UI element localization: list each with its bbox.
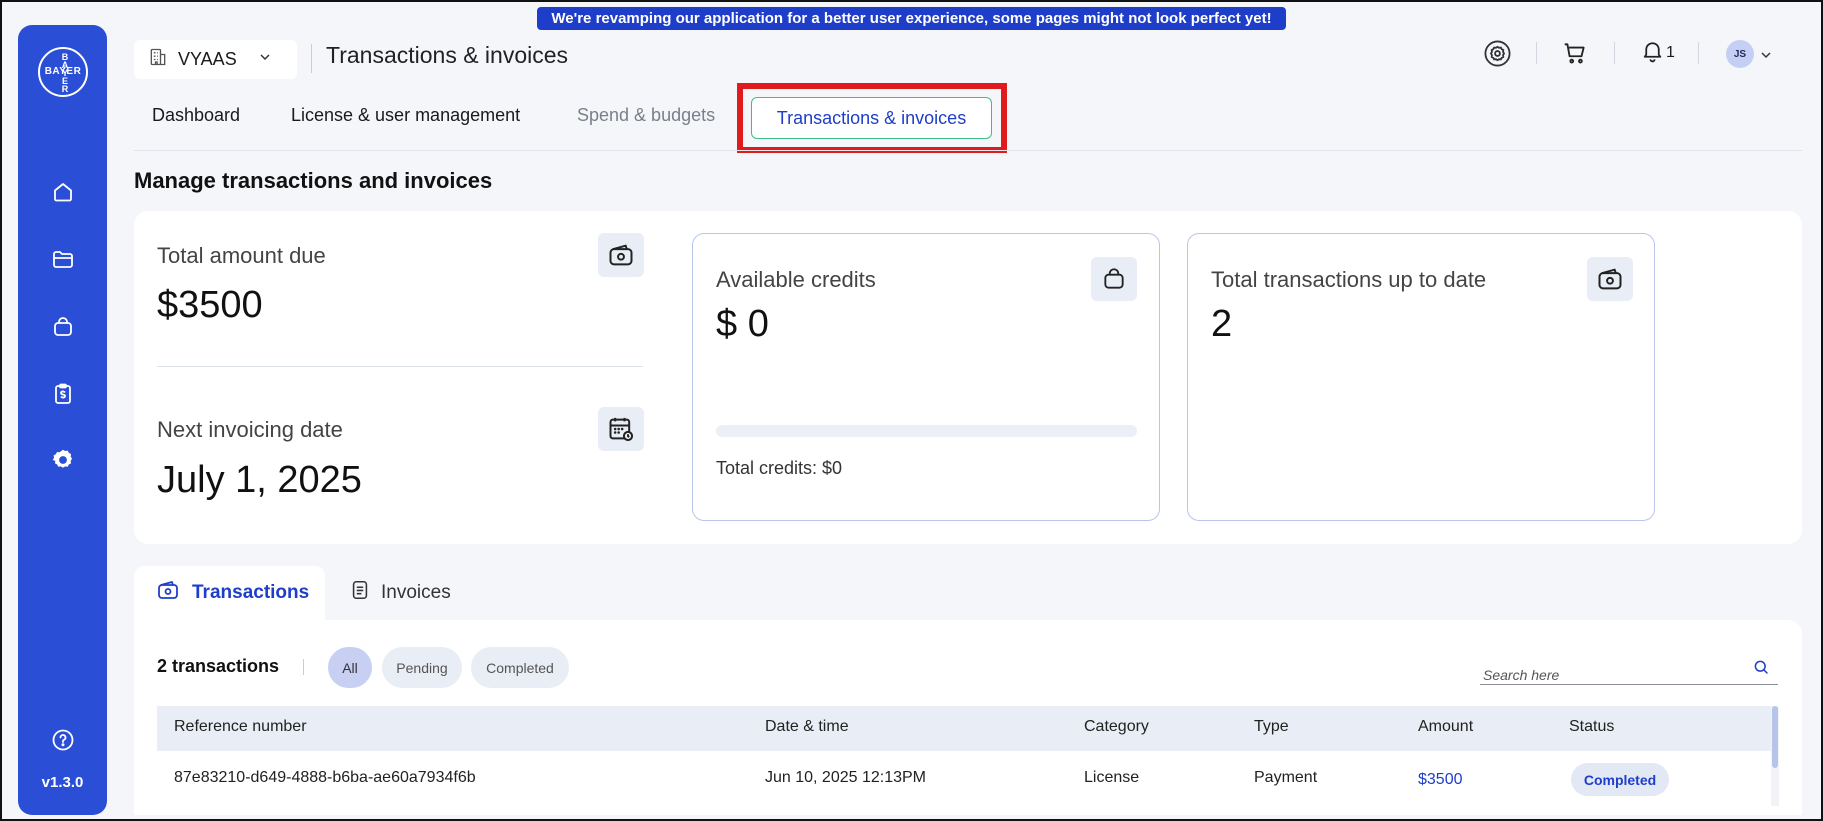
settings-icon[interactable] xyxy=(1483,38,1512,68)
filter-pending[interactable]: Pending xyxy=(382,647,462,688)
bag-icon[interactable] xyxy=(48,312,78,342)
clipboard-dollar-icon[interactable] xyxy=(48,379,78,409)
status-badge: Completed xyxy=(1571,763,1669,796)
folder-icon[interactable] xyxy=(48,244,78,274)
money-icon xyxy=(1587,257,1633,301)
cart-icon[interactable] xyxy=(1562,38,1588,68)
total-credits-label: Total credits: $0 xyxy=(716,458,843,478)
filter-all[interactable]: All xyxy=(328,647,372,688)
total-transactions-label: Total transactions up to date xyxy=(1211,267,1487,292)
subtab-transactions[interactable]: Transactions xyxy=(134,566,325,620)
sidebar: BAYER BAYER v1.3.0 xyxy=(18,25,107,815)
highlight-box xyxy=(737,83,1007,153)
column-header-status[interactable]: Status xyxy=(1569,718,1614,736)
credits-value: $ 0 xyxy=(716,303,769,345)
tab-dashboard[interactable]: Dashboard xyxy=(152,105,240,126)
bell-icon xyxy=(1640,38,1665,68)
category-cell: License xyxy=(1084,769,1140,786)
scrollbar-thumb[interactable] xyxy=(1772,706,1778,768)
home-icon[interactable] xyxy=(48,177,78,207)
column-header-datetime[interactable]: Date & time xyxy=(765,718,849,736)
count-separator xyxy=(303,659,304,675)
notification-bell[interactable]: 1 xyxy=(1640,38,1675,68)
summary-divider xyxy=(157,366,643,367)
version-label: v1.3.0 xyxy=(41,774,84,791)
bayer-logo[interactable]: BAYER BAYER xyxy=(38,47,88,97)
document-icon xyxy=(349,579,371,607)
next-invoice-value: July 1, 2025 xyxy=(157,459,362,501)
header-separator xyxy=(1698,42,1699,64)
notification-count: 1 xyxy=(1666,44,1675,61)
datetime-cell: Jun 10, 2025 12:13PM xyxy=(765,769,927,786)
column-header-type[interactable]: Type xyxy=(1254,718,1289,736)
building-icon xyxy=(148,47,168,72)
tab-spend-budgets[interactable]: Spend & budgets xyxy=(577,105,715,126)
total-due-value: $3500 xyxy=(157,284,263,326)
credits-label: Available credits xyxy=(716,267,876,292)
subtab-transactions-label: Transactions xyxy=(192,582,310,603)
reference-cell: 87e83210-d649-4888-b6ba-ae60a7934f6b xyxy=(174,769,476,786)
revamp-banner: We're revamping our application for a be… xyxy=(537,7,1286,30)
page-title: Transactions & invoices xyxy=(326,42,569,68)
bag-icon xyxy=(1091,257,1137,301)
section-title: Manage transactions and invoices xyxy=(134,168,493,193)
total-transactions-value: 2 xyxy=(1211,303,1233,345)
avatar[interactable]: JS xyxy=(1726,40,1754,68)
header-divider xyxy=(311,44,312,73)
amount-link[interactable]: $3500 xyxy=(1418,771,1463,789)
type-cell: Payment xyxy=(1254,769,1318,786)
calendar-icon xyxy=(598,407,644,451)
header-separator xyxy=(1614,42,1615,64)
logo-horizontal-text: BAYER xyxy=(44,66,82,77)
org-name: VYAAS xyxy=(178,49,237,69)
money-icon xyxy=(156,578,180,608)
chevron-down-icon xyxy=(257,49,273,70)
chevron-down-icon[interactable] xyxy=(1758,40,1774,70)
help-icon[interactable] xyxy=(48,725,78,755)
tab-license-user-management[interactable]: License & user management xyxy=(291,105,520,126)
org-selector[interactable]: VYAAS xyxy=(134,40,297,79)
column-header-amount[interactable]: Amount xyxy=(1418,718,1473,736)
table-header xyxy=(157,706,1778,751)
transactions-count: 2 transactions xyxy=(157,656,280,676)
filter-completed[interactable]: Completed xyxy=(471,647,569,688)
credits-progress-bar xyxy=(716,425,1137,437)
search-box xyxy=(1480,652,1778,685)
money-icon xyxy=(598,233,644,277)
total-due-label: Total amount due xyxy=(157,243,326,268)
column-header-reference[interactable]: Reference number xyxy=(174,718,307,736)
next-invoice-label: Next invoicing date xyxy=(157,417,343,442)
search-icon[interactable] xyxy=(1752,658,1770,681)
tabs-divider xyxy=(134,150,1802,151)
subtab-invoices[interactable]: Invoices xyxy=(349,579,451,607)
header-separator xyxy=(1536,42,1537,64)
gear-icon[interactable] xyxy=(48,445,78,475)
column-header-category[interactable]: Category xyxy=(1084,718,1149,736)
search-input[interactable] xyxy=(1483,667,1743,683)
subtab-invoices-label: Invoices xyxy=(381,582,451,603)
